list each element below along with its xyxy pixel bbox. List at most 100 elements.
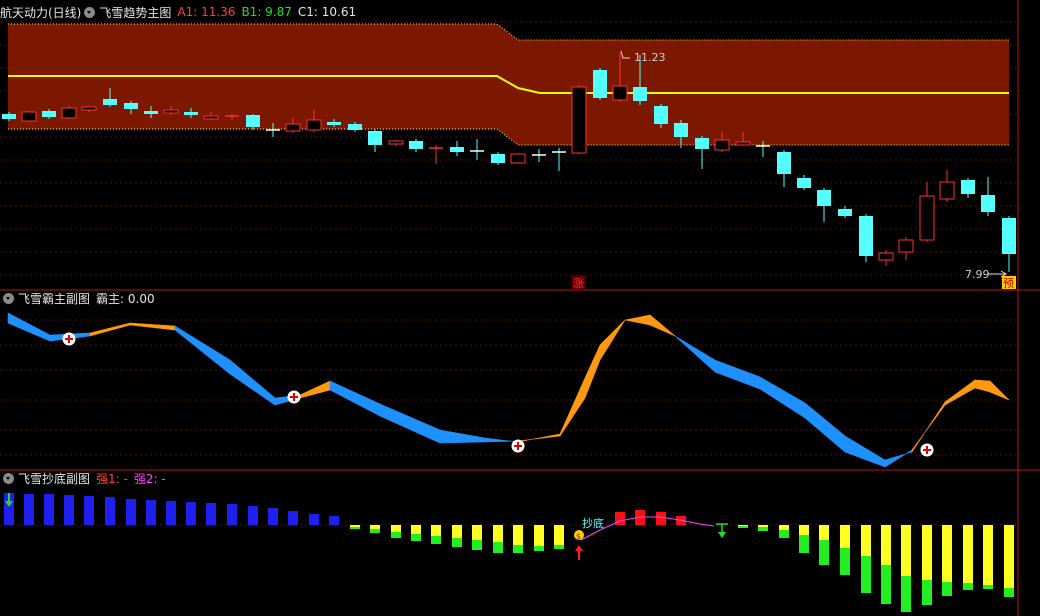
histogram-bar bbox=[922, 525, 932, 605]
histogram-bar bbox=[513, 525, 523, 553]
histogram-bar bbox=[554, 525, 564, 549]
ribbon-segment bbox=[7, 312, 51, 342]
ribbon-segment bbox=[299, 380, 331, 399]
histogram-bar bbox=[942, 525, 952, 596]
ribbon-segment bbox=[484, 437, 519, 443]
histogram-bar bbox=[738, 525, 748, 528]
ribbon-segment bbox=[89, 322, 131, 337]
buy-label: 抄底 bbox=[582, 516, 604, 530]
buy-signal: 抄底 $ bbox=[574, 516, 604, 560]
candle bbox=[695, 136, 709, 169]
histogram-bar bbox=[84, 496, 94, 525]
candle bbox=[61, 106, 77, 119]
histogram-bar bbox=[44, 494, 54, 525]
histogram-bar bbox=[840, 525, 850, 575]
histogram-bar bbox=[861, 525, 871, 593]
plus-marker-icon bbox=[920, 443, 934, 457]
histogram-bar bbox=[779, 525, 789, 538]
histogram-bar bbox=[206, 503, 216, 525]
candle bbox=[491, 152, 505, 165]
histogram-bar bbox=[411, 525, 421, 541]
ribbon-segment bbox=[974, 379, 991, 393]
ribbon-segment bbox=[517, 433, 561, 443]
low-price-label: 7.99 bbox=[965, 268, 990, 281]
histogram-bar bbox=[309, 514, 319, 525]
candle bbox=[21, 111, 37, 122]
candle bbox=[777, 150, 791, 187]
histogram-bar bbox=[126, 499, 136, 525]
t-marker-icon bbox=[716, 523, 728, 538]
candle bbox=[961, 178, 975, 198]
ribbon-segment bbox=[989, 380, 1010, 401]
histogram-bar bbox=[656, 512, 666, 525]
candle bbox=[388, 140, 404, 146]
histogram-bar bbox=[105, 497, 115, 525]
candle bbox=[571, 85, 587, 154]
ribbon-segment bbox=[229, 359, 276, 406]
ribbon-segment bbox=[759, 376, 806, 419]
histogram-bar bbox=[881, 525, 891, 604]
ribbon-segment bbox=[559, 377, 586, 438]
ribbon-segment bbox=[884, 449, 913, 468]
histogram-bar bbox=[452, 525, 462, 547]
candle bbox=[450, 141, 464, 156]
candle bbox=[532, 149, 546, 162]
histogram-bar bbox=[534, 525, 544, 551]
candle bbox=[919, 182, 935, 242]
candle bbox=[797, 175, 811, 190]
ribbon-segment bbox=[329, 380, 381, 417]
low-annotation: 7.99 bbox=[965, 268, 1007, 281]
histogram-bar bbox=[370, 525, 380, 533]
histogram-bar bbox=[64, 495, 74, 525]
histogram-bar bbox=[1004, 525, 1014, 597]
chaodi-histogram bbox=[4, 493, 1014, 612]
histogram-bar bbox=[288, 511, 298, 525]
ribbon-segment bbox=[844, 435, 886, 468]
histogram-bar bbox=[227, 504, 237, 525]
candle bbox=[838, 206, 852, 218]
candle bbox=[510, 153, 526, 164]
histogram-bar bbox=[391, 525, 401, 538]
ribbon-segment bbox=[674, 335, 716, 373]
histogram-bar bbox=[493, 525, 503, 553]
histogram-bar bbox=[248, 506, 258, 525]
ribbon-segment bbox=[439, 429, 486, 444]
histogram-bar bbox=[350, 525, 360, 529]
histogram-bar bbox=[799, 525, 809, 553]
plus-marker-icon bbox=[511, 439, 525, 453]
histogram-bar bbox=[146, 500, 156, 525]
candle bbox=[368, 129, 382, 152]
ribbon-segment bbox=[649, 314, 676, 337]
cross-markers bbox=[62, 332, 934, 457]
ribbon-segment bbox=[129, 322, 176, 331]
plus-marker-icon bbox=[62, 332, 76, 346]
yu-badge: 预 bbox=[1002, 276, 1016, 290]
trend-band bbox=[8, 24, 1009, 145]
candle bbox=[981, 177, 995, 216]
candle bbox=[1002, 216, 1016, 272]
ribbon-segment bbox=[379, 403, 441, 444]
candle bbox=[470, 139, 484, 160]
candle bbox=[429, 145, 443, 164]
histogram-bar bbox=[268, 508, 278, 525]
histogram-bar bbox=[431, 525, 441, 544]
histogram-bar bbox=[983, 525, 993, 589]
ribbon-segment bbox=[174, 325, 231, 375]
stock-chart-canvas[interactable]: 11.23 7.99 涨 预 抄底 $ bbox=[0, 0, 1040, 616]
ribbon-segment bbox=[584, 344, 601, 399]
candle bbox=[898, 237, 914, 260]
ribbon-segment bbox=[599, 319, 626, 362]
candle bbox=[409, 139, 423, 152]
bazhu-ribbon bbox=[7, 312, 1010, 468]
ribbon-segment bbox=[624, 314, 651, 326]
histogram-bar bbox=[819, 525, 829, 565]
candle bbox=[859, 214, 873, 262]
histogram-bar bbox=[329, 516, 339, 525]
ribbon-segment bbox=[804, 402, 846, 453]
zhang-badge-text: 涨 bbox=[573, 277, 584, 290]
high-price-label: 11.23 bbox=[634, 51, 666, 64]
plus-marker-icon bbox=[287, 390, 301, 404]
ribbon-segment bbox=[714, 359, 761, 390]
zhang-badge: 涨 bbox=[572, 276, 585, 290]
ribbon-segment bbox=[944, 379, 976, 406]
